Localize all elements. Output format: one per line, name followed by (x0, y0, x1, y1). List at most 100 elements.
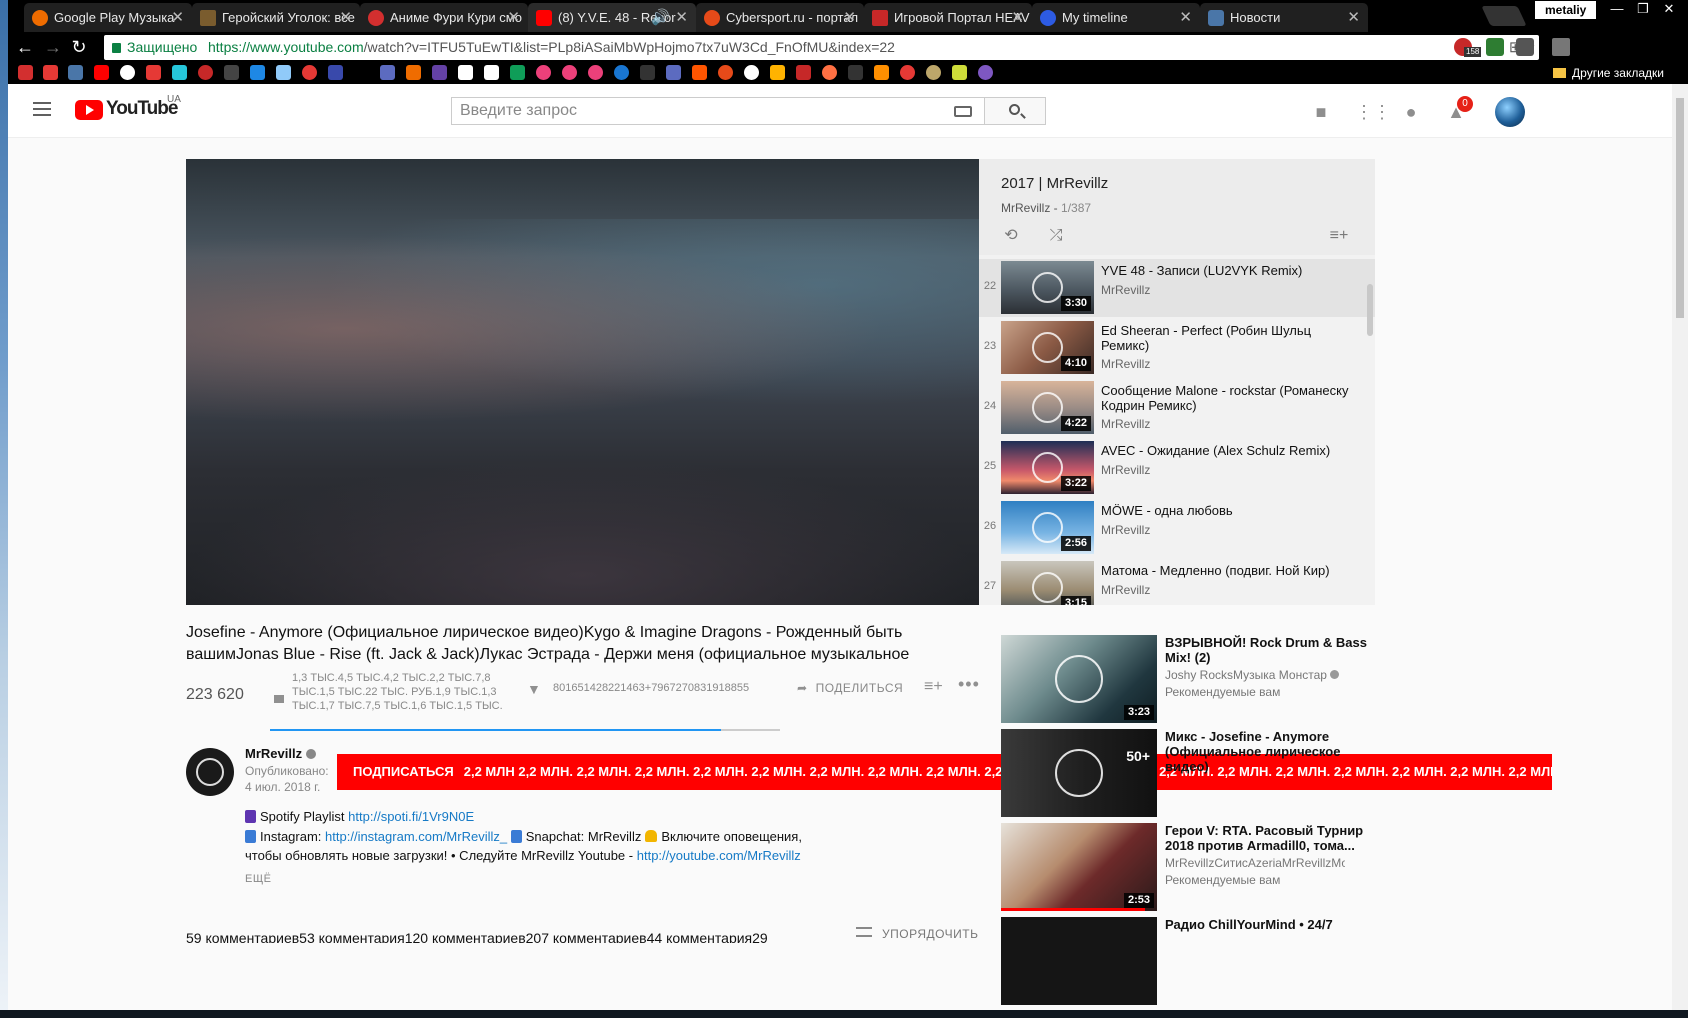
google-icon[interactable] (744, 65, 759, 80)
keyboard-icon[interactable] (954, 106, 972, 117)
bookmark-icon[interactable] (406, 65, 421, 80)
bookmark-icon[interactable] (614, 65, 629, 80)
close-window-icon[interactable]: ✕ (1656, 0, 1682, 18)
playlist-item[interactable]: 23 4:10 Ed Sheeran - Perfect (Робин Шуль… (979, 319, 1375, 377)
share-button[interactable]: ➦ ПОДЕЛИТЬСЯ (797, 681, 903, 695)
sheets-icon[interactable] (510, 65, 525, 80)
recommended-thumbnail[interactable]: 50+ (1001, 729, 1157, 817)
recommended-thumbnail[interactable]: 3:23 (1001, 635, 1157, 723)
menu-icon[interactable] (1552, 38, 1570, 56)
bookmark-icon[interactable] (484, 65, 499, 80)
bookmark-icon[interactable] (198, 65, 213, 80)
search-button[interactable] (985, 97, 1046, 125)
recommended-video[interactable]: 2:53 Герои V: RTA. Расовый Турнир 2018 п… (1001, 823, 1376, 911)
page-scrollbar[interactable] (1672, 84, 1688, 1018)
video-player[interactable] (186, 159, 979, 605)
browser-tab-active[interactable]: (8) Y.V.E. 48 - Recor 🔊 ✕ (528, 3, 696, 32)
page-scrollbar-thumb[interactable] (1676, 98, 1684, 318)
playlist-item-title[interactable]: YVE 48 - Записи (LU2VYK Remix) (1101, 263, 1356, 278)
recommended-title[interactable]: Радио ChillYourMind • 24/7 (1165, 917, 1375, 932)
bookmark-icon[interactable] (380, 65, 395, 80)
add-to-playlist-icon[interactable]: ≡+ (1329, 227, 1349, 245)
bookmark-icon[interactable] (978, 65, 993, 80)
recommended-video[interactable]: 50+ Микс - Josefine - Anymore (Официальн… (1001, 729, 1376, 817)
bookmark-icon[interactable] (250, 65, 265, 80)
bookmark-icon[interactable] (18, 65, 33, 80)
audio-playing-icon[interactable]: 🔊 (651, 3, 670, 32)
bookmark-icon[interactable] (822, 65, 837, 80)
loop-icon[interactable]: ⟲ (1001, 227, 1021, 245)
bookmark-icon[interactable] (276, 65, 291, 80)
close-tab-icon[interactable]: ✕ (1179, 3, 1192, 32)
browser-tab[interactable]: Геройский Уголок: все ✕ (192, 3, 360, 32)
extension-icon[interactable] (1486, 38, 1504, 56)
google-icon[interactable] (120, 65, 135, 80)
dislike-count[interactable]: 801651428221463+7967270831918855 (553, 682, 749, 694)
bookmark-icon[interactable] (900, 65, 915, 80)
playlist-item-title[interactable]: Матома - Медленно (подвиг. Ной Кир) (1101, 563, 1356, 578)
close-tab-icon[interactable]: ✕ (675, 3, 688, 32)
secure-indicator[interactable]: Защищено (112, 35, 197, 60)
bookmark-icon[interactable] (874, 65, 889, 80)
browser-tab[interactable]: Игровой Портал HEAV ✕ (864, 3, 1032, 32)
close-tab-icon[interactable]: ✕ (843, 3, 856, 32)
user-avatar[interactable] (1495, 97, 1525, 127)
playlist-item[interactable]: 25 3:22 AVEC - Ожидание (Alex Schulz Rem… (979, 439, 1375, 497)
sort-comments-button[interactable]: УПОРЯДОЧИТЬ (856, 927, 979, 941)
add-to-playlist-icon[interactable]: ≡+ (924, 678, 943, 696)
playlist-item-thumbnail[interactable]: 3:30 (1001, 261, 1094, 314)
bookmark-icon[interactable] (770, 65, 785, 80)
recommended-thumbnail[interactable] (1001, 917, 1157, 1005)
close-tab-icon[interactable]: ✕ (507, 3, 520, 32)
youtube-channel-link[interactable]: http://youtube.com/MrRevillz (637, 848, 801, 863)
playlist-owner-name[interactable]: MrRevillz (1001, 201, 1050, 215)
bookmark-icon[interactable] (796, 65, 811, 80)
reload-icon[interactable]: ↻ (68, 36, 90, 58)
playlist-item-title[interactable]: Сообщение Malone - rockstar (Романеску К… (1101, 383, 1356, 413)
playlist-item-title[interactable]: MÖWE - одна любовь (1101, 503, 1356, 518)
bookmark-icon[interactable] (718, 65, 733, 80)
upload-video-icon[interactable]: ■ (1310, 101, 1332, 123)
shuffle-icon[interactable]: ⤮ (1046, 227, 1066, 245)
bookmark-icon[interactable] (848, 65, 863, 80)
extension-icon[interactable] (1516, 38, 1534, 56)
new-tab-button[interactable] (1481, 6, 1527, 26)
recommended-video[interactable]: 3:23 ВЗРЫВНОЙ! Rock Drum & Bass Mix! (2)… (1001, 635, 1376, 723)
close-tab-icon[interactable]: ✕ (1011, 3, 1024, 32)
other-bookmarks[interactable]: Другие закладки (1553, 64, 1664, 82)
bookmark-icon[interactable] (926, 65, 941, 80)
channel-name[interactable]: MrRevillz (245, 746, 317, 761)
bookmark-icon[interactable] (588, 65, 603, 80)
forward-icon[interactable]: → (42, 36, 64, 58)
browser-tab[interactable]: Аниме Фури Кури смо ✕ (360, 3, 528, 32)
soundcloud-icon[interactable] (692, 65, 707, 80)
bookmark-icon[interactable] (146, 65, 161, 80)
arrow-up-icon[interactable] (666, 65, 681, 80)
playlist-item-thumbnail[interactable]: 3:22 (1001, 441, 1094, 494)
like-button[interactable]: 1,3 ТЫС.4,5 ТЫС.4,2 ТЫС.2,2 ТЫС.7,8 ТЫС.… (270, 671, 510, 729)
playlist-item-thumbnail[interactable]: 4:22 (1001, 381, 1094, 434)
spotify-link[interactable]: http://spoti.fi/1Vr9N0E (348, 809, 474, 824)
recommended-thumbnail[interactable]: 2:53 (1001, 823, 1157, 911)
browser-tab[interactable]: My timeline ✕ (1032, 3, 1200, 32)
browser-tab[interactable]: Cybersport.ru - портал ✕ (696, 3, 864, 32)
show-more-button[interactable]: ЕЩЁ (245, 873, 272, 885)
recommended-title[interactable]: Герои V: RTA. Расовый Турнир 2018 против… (1165, 823, 1375, 853)
bookmark-icon[interactable] (172, 65, 187, 80)
address-bar[interactable]: Защищено https://www.youtube.com/watch?v… (104, 35, 1539, 60)
bookmark-icon[interactable] (302, 65, 317, 80)
playlist-item-thumbnail[interactable]: 2:56 (1001, 501, 1094, 554)
recommended-video[interactable]: Радио ChillYourMind • 24/7 (1001, 917, 1376, 1005)
restore-icon[interactable]: ❐ (1630, 0, 1656, 18)
close-tab-icon[interactable]: ✕ (171, 3, 184, 32)
bookmark-icon[interactable] (952, 65, 967, 80)
vk-icon[interactable] (68, 65, 83, 80)
browser-tab[interactable]: Google Play Музыка ✕ (24, 3, 192, 32)
recommended-title[interactable]: ВЗРЫВНОЙ! Rock Drum & Bass Mix! (2) (1165, 635, 1375, 665)
thumbs-down-icon[interactable]: ▼ (527, 681, 547, 697)
playlist-item[interactable]: 27 3:15 Матома - Медленно (подвиг. Ной К… (979, 559, 1375, 605)
hamburger-menu-icon[interactable] (33, 102, 51, 116)
bookmark-icon[interactable] (640, 65, 655, 80)
playlist-item-title[interactable]: Ed Sheeran - Perfect (Робин Шульц Ремикс… (1101, 323, 1356, 353)
gmail-icon[interactable] (43, 65, 58, 80)
